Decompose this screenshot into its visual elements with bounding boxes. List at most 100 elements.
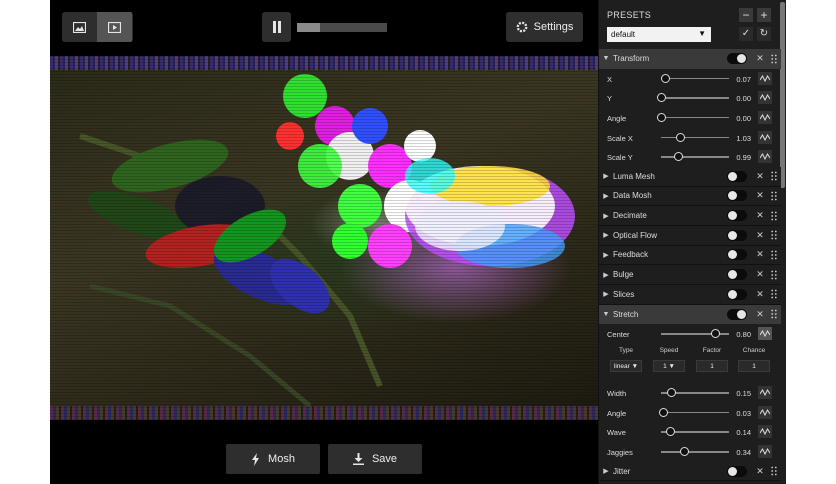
option-chance-input[interactable]: 1 <box>738 359 770 372</box>
caret-right-icon[interactable]: ▶ <box>599 192 613 200</box>
drag-handle-icon[interactable] <box>767 269 781 281</box>
param-slider-track[interactable] <box>661 136 729 139</box>
param-slider-thumb[interactable] <box>656 112 666 122</box>
param-slider-thumb[interactable] <box>666 388 676 398</box>
effect-enable-toggle[interactable] <box>727 170 747 182</box>
drag-handle-icon[interactable] <box>767 465 781 477</box>
settings-label: Settings <box>533 21 574 33</box>
option-type-input[interactable]: linear ▼ <box>610 359 642 372</box>
param-slider-thumb[interactable] <box>679 447 689 457</box>
param-slider-thumb[interactable] <box>674 152 684 162</box>
drag-handle-icon[interactable] <box>767 308 781 320</box>
remove-effect-icon[interactable]: ✕ <box>753 249 767 260</box>
param-value: 0.34 <box>736 448 751 458</box>
caret-right-icon[interactable]: ▶ <box>599 467 613 475</box>
option-speed-input[interactable]: 1 ▼ <box>653 359 685 372</box>
caret-right-icon[interactable]: ▶ <box>599 290 613 298</box>
remove-effect-icon[interactable]: ✕ <box>753 289 767 300</box>
param-slider-track[interactable] <box>661 116 729 119</box>
caret-right-icon[interactable]: ▶ <box>599 212 613 220</box>
param-slider-track[interactable] <box>661 411 729 414</box>
caret-right-icon[interactable]: ▶ <box>599 251 613 259</box>
drag-handle-icon[interactable] <box>767 53 781 65</box>
effect-enable-toggle[interactable] <box>727 229 747 241</box>
effect-header-luma-mesh[interactable]: ▶ Luma Mesh ✕ <box>599 166 781 187</box>
moshed-video-canvas[interactable] <box>50 56 598 420</box>
wave-modulation-button[interactable] <box>758 445 772 459</box>
drag-handle-icon[interactable] <box>767 170 781 182</box>
drag-handle-icon[interactable] <box>767 288 781 300</box>
caret-down-icon[interactable]: ▼ <box>599 311 613 318</box>
remove-effect-icon[interactable]: ✕ <box>753 190 767 201</box>
checkmark-icon: ✓ <box>741 28 751 39</box>
effect-enable-toggle[interactable] <box>727 465 747 477</box>
drag-handle-icon[interactable] <box>767 210 781 222</box>
preset-select[interactable]: default ▼ <box>607 27 711 42</box>
effect-header-data-mosh[interactable]: ▶ Data Mosh ✕ <box>599 186 781 207</box>
remove-effect-icon[interactable]: ✕ <box>753 230 767 241</box>
remove-effect-icon[interactable]: ✕ <box>753 269 767 280</box>
wave-modulation-button[interactable] <box>758 91 772 105</box>
effect-header-slices[interactable]: ▶ Slices ✕ <box>599 284 781 305</box>
pause-button[interactable] <box>262 12 291 42</box>
param-slider-track[interactable] <box>661 97 729 99</box>
drag-handle-icon[interactable] <box>767 229 781 241</box>
effect-header-optical-flow[interactable]: ▶ Optical Flow ✕ <box>599 225 781 246</box>
effect-enable-toggle[interactable] <box>727 210 747 222</box>
apply-preset-button[interactable]: ✓ <box>739 27 753 41</box>
wave-modulation-button[interactable] <box>758 405 772 419</box>
effect-header-transform[interactable]: ▼ Transform ✕ <box>599 49 781 69</box>
effect-header-stretch[interactable]: ▼ Stretch ✕ <box>599 304 781 325</box>
remove-effect-icon[interactable]: ✕ <box>753 309 767 320</box>
wave-modulation-button[interactable] <box>758 386 772 400</box>
effect-enable-toggle[interactable] <box>727 249 747 261</box>
remove-effect-icon[interactable]: ✕ <box>753 53 767 64</box>
wave-modulation-button[interactable] <box>758 130 772 144</box>
remove-effect-icon[interactable]: ✕ <box>753 466 767 477</box>
wave-modulation-button[interactable] <box>758 327 772 341</box>
add-preset-button[interactable]: + <box>757 8 771 22</box>
mode-toggle-group <box>62 12 133 42</box>
wave-modulation-button[interactable] <box>758 425 772 439</box>
drag-handle-icon[interactable] <box>767 190 781 202</box>
caret-right-icon[interactable]: ▶ <box>599 271 613 279</box>
effect-header-feedback[interactable]: ▶ Feedback ✕ <box>599 245 781 266</box>
remove-effect-icon[interactable]: ✕ <box>753 171 767 182</box>
effect-enable-toggle[interactable] <box>727 308 747 320</box>
effect-header-decimate[interactable]: ▶ Decimate ✕ <box>599 206 781 226</box>
remove-effect-icon[interactable]: ✕ <box>753 210 767 221</box>
param-slider-thumb[interactable] <box>710 329 720 339</box>
video-mode-button[interactable] <box>97 12 132 42</box>
param-slider-thumb[interactable] <box>675 132 685 142</box>
option-label: Chance <box>742 346 766 354</box>
effect-enable-toggle[interactable] <box>727 190 747 202</box>
effect-header-jitter[interactable]: ▶ Jitter ✕ <box>599 461 781 482</box>
drag-handle-icon[interactable] <box>767 249 781 261</box>
caret-right-icon[interactable]: ▶ <box>599 172 613 180</box>
option-factor-input[interactable]: 1 <box>696 359 728 372</box>
param-slider-track[interactable] <box>661 451 729 453</box>
wave-modulation-button[interactable] <box>758 150 772 164</box>
param-slider-thumb[interactable] <box>656 93 666 103</box>
wave-modulation-button[interactable] <box>758 110 772 124</box>
remove-preset-button[interactable]: − <box>739 8 753 22</box>
settings-button[interactable]: Settings <box>506 12 583 42</box>
param-slider-thumb[interactable] <box>661 73 671 83</box>
reset-preset-button[interactable]: ↻ <box>757 27 771 41</box>
caret-down-icon[interactable]: ▼ <box>599 55 613 62</box>
progress-fill <box>297 23 320 32</box>
param-slider-thumb[interactable] <box>666 427 676 437</box>
effect-header-bulge[interactable]: ▶ Bulge ✕ <box>599 265 781 285</box>
caret-right-icon[interactable]: ▶ <box>599 231 613 239</box>
param-slider-track[interactable] <box>661 156 729 158</box>
param-slider-thumb[interactable] <box>658 407 668 417</box>
wave-modulation-button[interactable] <box>758 71 772 85</box>
effect-enable-toggle[interactable] <box>727 53 747 65</box>
image-mode-button[interactable] <box>62 12 97 42</box>
effect-enable-toggle[interactable] <box>727 288 747 300</box>
param-slider-track[interactable] <box>661 77 729 80</box>
effect-enable-toggle[interactable] <box>727 269 747 281</box>
playback-progress-bar[interactable] <box>297 23 387 32</box>
save-button[interactable]: Save <box>328 444 422 474</box>
mosh-button[interactable]: Mosh <box>226 444 320 474</box>
